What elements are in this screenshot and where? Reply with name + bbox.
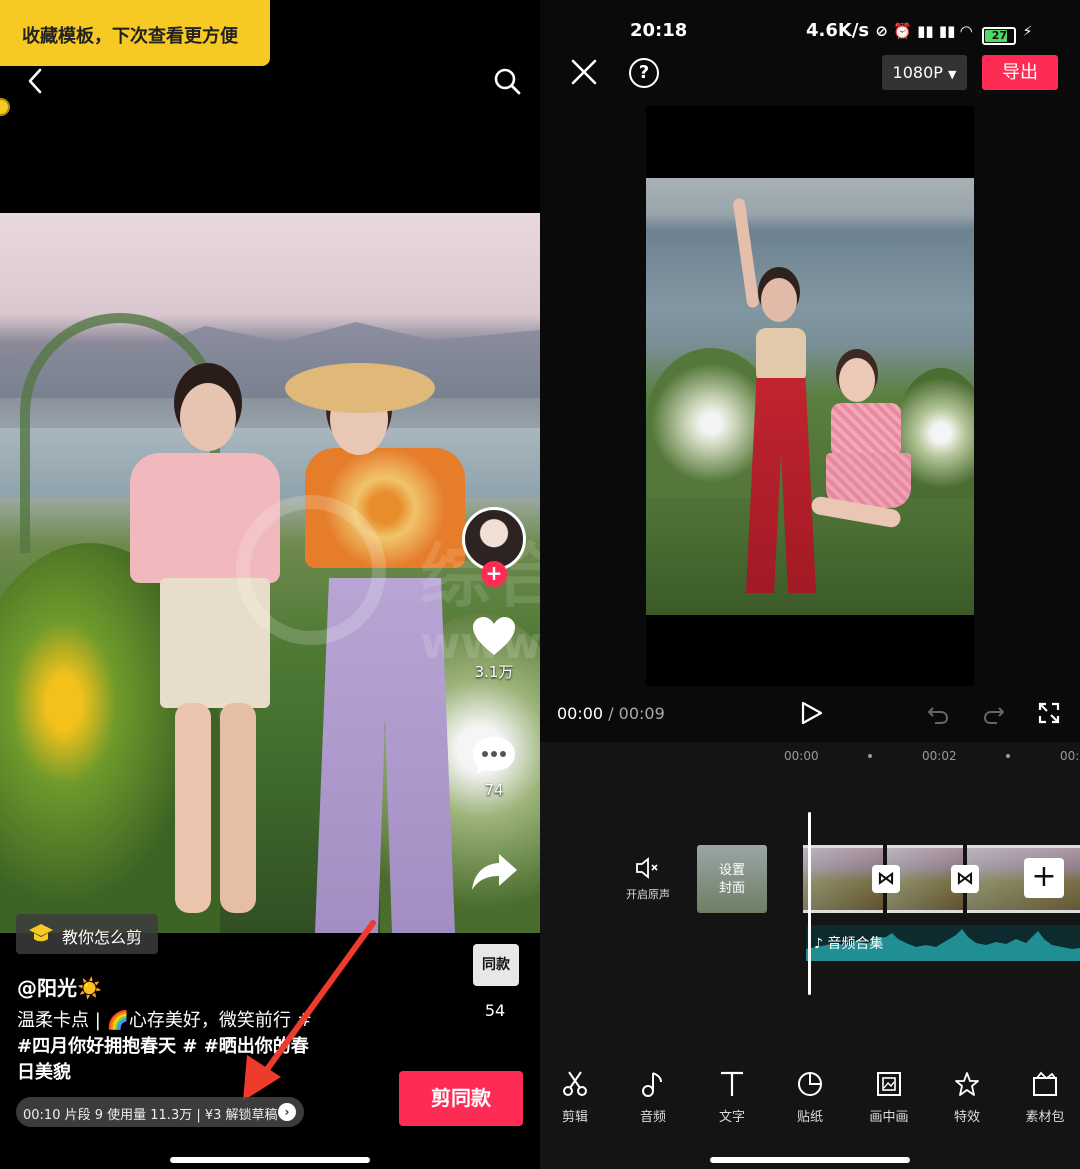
tool-label: 特效 — [953, 1110, 980, 1125]
help-icon[interactable]: ? — [629, 58, 659, 88]
total-time: / 00:09 — [608, 704, 665, 723]
text-icon — [721, 1071, 743, 1096]
tool-effects[interactable]: 特效 — [932, 1060, 1002, 1125]
video-clip[interactable] — [803, 845, 883, 913]
transition-icon[interactable]: ⋈ — [872, 865, 900, 893]
editor-screen: 20:18 4.6K/s ⊘ ⏰ ▮▮ ▮▮ ◠ 27 ⚡ ? 1080P ▼ … — [540, 0, 1080, 1169]
battery-icon: 27 — [982, 27, 1017, 45]
playhead[interactable] — [808, 812, 811, 995]
home-indicator[interactable] — [170, 1157, 370, 1163]
music-note-icon — [642, 1072, 662, 1097]
status-icons: ⊘ ⏰ ▮▮ ▮▮ ◠ — [875, 22, 973, 40]
resolution-label: 1080P — [892, 63, 943, 82]
tool-sticker[interactable]: 贴纸 — [775, 1060, 845, 1125]
like-count: 3.1万 — [474, 663, 514, 681]
ruler-dot — [1006, 754, 1010, 758]
ruler-tick: 00:0 — [1060, 749, 1080, 763]
tool-audio[interactable]: 音频 — [618, 1060, 688, 1125]
same-template-count: 54 — [484, 1001, 506, 1020]
search-icon[interactable] — [492, 66, 522, 96]
add-clip-button[interactable]: + — [1024, 858, 1064, 898]
speaker-mute-icon — [636, 857, 658, 879]
music-note-icon: ♪ — [814, 936, 828, 952]
preview-frame[interactable] — [646, 178, 974, 615]
current-time: 00:00 — [557, 704, 604, 723]
author-name[interactable]: @阳光☀️ — [17, 972, 102, 1001]
back-icon[interactable] — [22, 66, 50, 96]
audio-track-label: ♪ 音频合集 — [814, 933, 883, 953]
cover-label-2: 封面 — [718, 881, 745, 896]
share-icon — [472, 854, 517, 890]
follow-plus-icon[interactable]: + — [481, 561, 507, 587]
template-preview-screen: 收藏模板，下次查看更方便 综合社区 www.i3zh.com + 3.1万 74… — [0, 0, 540, 1169]
tool-pip[interactable]: 画中画 — [854, 1060, 924, 1125]
resolution-dropdown[interactable]: 1080P ▼ — [882, 55, 967, 90]
tool-label: 素材包 — [1025, 1110, 1065, 1125]
comment-count: 74 — [484, 781, 504, 799]
caret-down-icon: ▼ — [948, 68, 957, 81]
chevron-right-icon: › — [278, 1103, 296, 1121]
template-info-pill[interactable]: 00:10 片段 9 使用量 11.3万 | ¥3 解锁草稿 › — [16, 1097, 304, 1127]
video-person-left — [120, 363, 280, 933]
undo-icon[interactable] — [926, 702, 950, 726]
tool-label: 画中画 — [869, 1110, 909, 1125]
ruler-tick: 00:02 — [922, 749, 957, 763]
tool-material-pack[interactable]: 素材包 — [1010, 1060, 1080, 1125]
set-cover-button[interactable]: 设置 封面 — [697, 845, 767, 913]
tool-label: 剪辑 — [561, 1110, 588, 1125]
tutorial-chip[interactable]: 教你怎么剪 — [16, 914, 158, 954]
cover-label: 设置 — [718, 863, 745, 878]
star-sparkle-icon — [955, 1072, 979, 1096]
material-pack-icon — [1033, 1071, 1057, 1096]
play-icon[interactable] — [798, 700, 824, 726]
ruler-dot — [868, 754, 872, 758]
red-arrow-annotation — [243, 920, 376, 1101]
charging-icon: ⚡ — [1022, 24, 1033, 40]
comment-button[interactable]: 74 — [464, 735, 524, 799]
tool-label: 贴纸 — [796, 1110, 823, 1125]
watermark-logo — [236, 495, 386, 645]
audio-title: 音频合集 — [827, 936, 884, 952]
tool-label: 音频 — [639, 1110, 666, 1125]
close-icon[interactable] — [570, 58, 598, 86]
tool-label: 文字 — [718, 1110, 745, 1125]
tip-pointer-dot — [0, 98, 10, 116]
tool-text[interactable]: 文字 — [697, 1060, 767, 1125]
tool-edit[interactable]: 剪辑 — [540, 1060, 610, 1125]
redo-icon[interactable] — [982, 702, 1006, 726]
fullscreen-icon[interactable] — [1038, 702, 1060, 724]
sticker-icon — [798, 1071, 823, 1096]
cut-same-button[interactable]: 剪同款 — [399, 1071, 523, 1126]
status-time: 20:18 — [630, 20, 688, 41]
preview-person-right — [810, 338, 921, 608]
enable-original-sound-button[interactable]: 开启原声 — [618, 856, 678, 902]
like-button[interactable]: 3.1万 — [464, 615, 524, 682]
playback-time: 00:00 / 00:09 — [557, 704, 665, 723]
export-button[interactable]: 导出 — [982, 55, 1058, 90]
scissors-icon — [563, 1071, 587, 1096]
comment-icon — [473, 737, 515, 774]
ruler-tick: 00:00 — [784, 749, 819, 763]
collect-tip-banner[interactable]: 收藏模板，下次查看更方便 — [0, 0, 270, 66]
graduation-cap-icon — [29, 924, 53, 942]
template-info-text: 00:10 片段 9 使用量 11.3万 | ¥3 解锁草稿 — [23, 1108, 278, 1123]
bottom-toolbar: 剪辑 音频 文字 贴纸 画中画 特效 素材包 — [540, 1060, 1080, 1140]
same-template-button[interactable]: 同款 — [473, 944, 519, 986]
status-bar-right: 4.6K/s ⊘ ⏰ ▮▮ ▮▮ ◠ 27 ⚡ — [806, 20, 1033, 45]
tutorial-label: 教你怎么剪 — [62, 928, 143, 947]
timeline-ruler[interactable]: 00:00 00:02 00:0 — [540, 745, 1080, 767]
preview-person-left — [726, 197, 816, 608]
heart-icon — [473, 617, 515, 655]
transition-icon[interactable]: ⋈ — [951, 865, 979, 893]
network-speed: 4.6K/s — [806, 20, 870, 41]
mute-label: 开启原声 — [626, 888, 670, 901]
picture-in-picture-icon — [877, 1072, 901, 1096]
home-indicator[interactable] — [710, 1157, 910, 1163]
share-button[interactable] — [464, 850, 524, 898]
audio-track[interactable]: ♪ 音频合集 — [806, 925, 1080, 961]
